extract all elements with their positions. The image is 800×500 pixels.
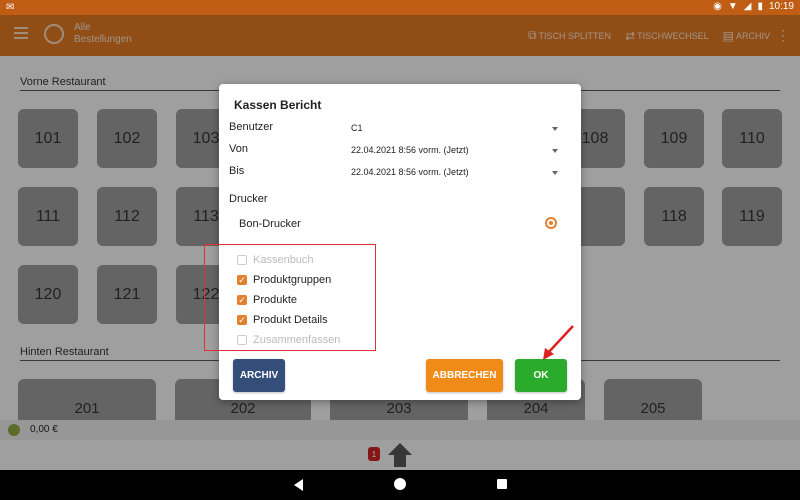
printer-section-label: Drucker bbox=[229, 193, 268, 205]
annotation-arrow-icon bbox=[543, 325, 574, 360]
option-produkte[interactable]: ✓ Produkte bbox=[237, 294, 297, 306]
printer-radio[interactable] bbox=[545, 217, 557, 229]
checkbox[interactable] bbox=[237, 255, 247, 265]
status-bar: ✉ ◉ ▼ ◢ ▮ 10:19 bbox=[0, 0, 800, 15]
signal-icon: ◢ bbox=[743, 1, 752, 12]
user-select[interactable]: C1 bbox=[351, 123, 363, 133]
battery-icon: ▮ bbox=[757, 1, 763, 12]
printer-option-label[interactable]: Bon-Drucker bbox=[239, 218, 301, 230]
dialog-title: Kassen Bericht bbox=[234, 98, 322, 112]
chevron-down-icon[interactable] bbox=[552, 171, 558, 175]
checkbox[interactable]: ✓ bbox=[237, 315, 247, 325]
to-date-select[interactable]: 22.04.2021 8:56 vorm. (Jetzt) bbox=[351, 167, 469, 177]
to-label: Bis bbox=[229, 165, 245, 177]
home-icon[interactable] bbox=[394, 478, 406, 490]
from-date-select[interactable]: 22.04.2021 8:56 vorm. (Jetzt) bbox=[351, 145, 469, 155]
checkbox[interactable] bbox=[237, 335, 247, 345]
checkbox[interactable]: ✓ bbox=[237, 295, 247, 305]
recent-apps-icon[interactable] bbox=[497, 479, 507, 489]
checkbox[interactable]: ✓ bbox=[237, 275, 247, 285]
option-produkt-details[interactable]: ✓ Produkt Details bbox=[237, 314, 328, 326]
system-nav-bar bbox=[0, 470, 800, 500]
option-kassenbuch[interactable]: Kassenbuch bbox=[237, 254, 314, 266]
back-icon[interactable] bbox=[294, 479, 303, 491]
option-produktgruppen[interactable]: ✓ Produktgruppen bbox=[237, 274, 331, 286]
clock: 10:19 bbox=[768, 1, 794, 12]
chevron-down-icon[interactable] bbox=[552, 127, 558, 131]
report-dialog: Kassen Bericht Benutzer C1 Von 22.04.202… bbox=[204, 84, 581, 400]
notification-icon: ✉ bbox=[6, 2, 15, 13]
alarm-icon: ◉ bbox=[713, 1, 722, 12]
archiv-button[interactable]: ARCHIV bbox=[233, 359, 285, 392]
cancel-button[interactable]: ABBRECHEN bbox=[426, 359, 503, 392]
user-label: Benutzer bbox=[229, 121, 274, 133]
option-zusammenfassen[interactable]: Zusammenfassen bbox=[237, 334, 340, 346]
chevron-down-icon[interactable] bbox=[552, 149, 558, 153]
from-label: Von bbox=[229, 143, 248, 155]
wifi-icon: ▼ bbox=[727, 1, 738, 12]
